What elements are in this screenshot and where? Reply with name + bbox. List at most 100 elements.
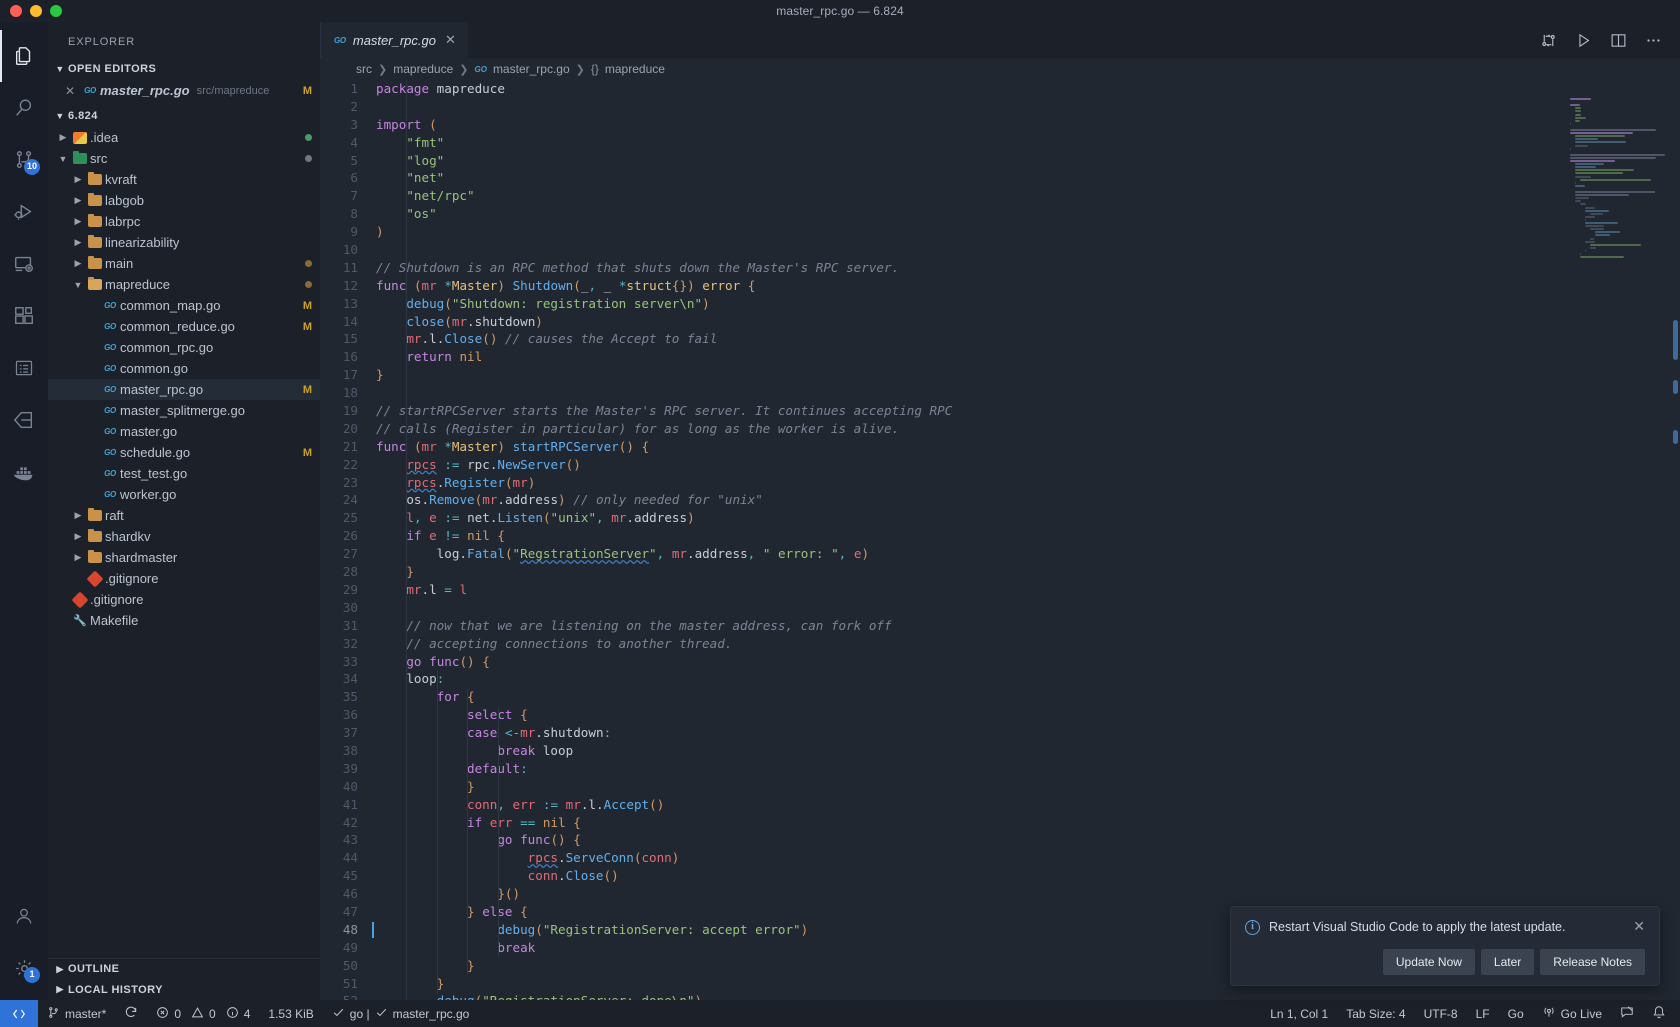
- code-line[interactable]: 33 go func() {: [320, 653, 1560, 671]
- tree-item-labrpc[interactable]: ▶ labrpc: [48, 211, 320, 232]
- code-line[interactable]: 19// startRPCServer starts the Master's …: [320, 402, 1560, 420]
- tree-item-common-rpc-go[interactable]: ▶GOcommon_rpc.go: [48, 337, 320, 358]
- code-content[interactable]: 1 package mapreduce 2 3 import (4 "fmt" 5 "lo…: [320, 80, 1560, 1000]
- tree-item-master-rpc-go[interactable]: ▶GOmaster_rpc.goM: [48, 379, 320, 400]
- status-feedback[interactable]: [1611, 1000, 1643, 1027]
- tree-item-master-go[interactable]: ▶GOmaster.go: [48, 421, 320, 442]
- activity-item-source-control[interactable]: 10: [0, 134, 48, 186]
- update-now-button[interactable]: Update Now: [1382, 949, 1475, 975]
- tree-item-linearizability[interactable]: ▶ linearizability: [48, 232, 320, 253]
- activity-item-remote-explorer[interactable]: [0, 238, 48, 290]
- code-line[interactable]: 10: [320, 241, 1560, 259]
- status-notifications[interactable]: [1643, 1000, 1680, 1027]
- activity-item-search[interactable]: [0, 82, 48, 134]
- split-compare-icon[interactable]: [1540, 32, 1557, 49]
- code-line[interactable]: 43 go func() {: [320, 831, 1560, 849]
- code-line[interactable]: 40 }: [320, 778, 1560, 796]
- chevron-right-icon[interactable]: ▶: [71, 552, 85, 563]
- activity-item-run-and-debug[interactable]: [0, 186, 48, 238]
- chevron-right-icon[interactable]: ▶: [71, 258, 85, 269]
- status-problems[interactable]: 0 0 4: [147, 1000, 259, 1027]
- status-encoding[interactable]: UTF-8: [1415, 1000, 1467, 1027]
- code-line[interactable]: 31 // now that we are listening on the m…: [320, 617, 1560, 635]
- tree-item-master-splitmerge-go[interactable]: ▶GOmaster_splitmerge.go: [48, 400, 320, 421]
- code-editor[interactable]: 1 package mapreduce 2 3 import (4 "fmt" 5 "lo…: [320, 80, 1680, 1000]
- activity-item-docker[interactable]: [0, 446, 48, 498]
- tree-item-makefile[interactable]: ▶🔧Makefile: [48, 610, 320, 631]
- tree-item-labgob[interactable]: ▶ labgob: [48, 190, 320, 211]
- minimap[interactable]: [1560, 80, 1680, 1000]
- tab-master-rpc-go[interactable]: GO master_rpc.go ✕: [320, 22, 469, 58]
- code-line[interactable]: 27 log.Fatal("RegstrationServer", mr.add…: [320, 545, 1560, 563]
- code-line[interactable]: 46 }(): [320, 885, 1560, 903]
- code-line[interactable]: 6 "net": [320, 169, 1560, 187]
- section-workspace[interactable]: ▼ 6.824: [48, 105, 320, 127]
- section-outline[interactable]: ▶ OUTLINE: [48, 958, 320, 979]
- status-go-live[interactable]: Go Live: [1533, 1000, 1611, 1027]
- file-tree[interactable]: ▶ .idea ▼ src ▶ kvraft ▶ labgob ▶ labrpc ▶ lineariz…: [48, 127, 320, 958]
- breadcrumb-item-mapreduce[interactable]: mapreduce: [393, 62, 453, 76]
- code-line[interactable]: 36 select {: [320, 706, 1560, 724]
- tree-item-raft[interactable]: ▶ raft: [48, 505, 320, 526]
- chevron-right-icon[interactable]: ▶: [71, 216, 85, 227]
- release-notes-button[interactable]: Release Notes: [1540, 949, 1645, 975]
- code-line[interactable]: 13 debug("Shutdown: registration server\…: [320, 295, 1560, 313]
- breadcrumb-item-symbol[interactable]: mapreduce: [605, 62, 665, 76]
- code-line[interactable]: 16 return nil: [320, 348, 1560, 366]
- tree-item-schedule-go[interactable]: ▶GOschedule.goM: [48, 442, 320, 463]
- status-cursor-position[interactable]: Ln 1, Col 1: [1261, 1000, 1337, 1027]
- chevron-right-icon[interactable]: ▶: [71, 531, 85, 542]
- chevron-right-icon[interactable]: ▶: [71, 237, 85, 248]
- tree-item-kvraft[interactable]: ▶ kvraft: [48, 169, 320, 190]
- code-line[interactable]: 20// calls (Register in particular) for …: [320, 420, 1560, 438]
- tree-item-idea[interactable]: ▶ .idea: [48, 127, 320, 148]
- later-button[interactable]: Later: [1480, 949, 1535, 975]
- code-line[interactable]: 18: [320, 384, 1560, 402]
- tree-item-shardkv[interactable]: ▶ shardkv: [48, 526, 320, 547]
- code-line[interactable]: 34 loop:: [320, 670, 1560, 688]
- code-line[interactable]: 37 case <-mr.shutdown:: [320, 724, 1560, 742]
- run-icon[interactable]: [1575, 32, 1592, 49]
- tree-item-src[interactable]: ▼ src: [48, 148, 320, 169]
- breadcrumb-item-src[interactable]: src: [356, 62, 372, 76]
- more-actions-icon[interactable]: [1645, 32, 1662, 49]
- tree-item-shardmaster[interactable]: ▶ shardmaster: [48, 547, 320, 568]
- code-line[interactable]: 30: [320, 599, 1560, 617]
- code-line[interactable]: 11// Shutdown is an RPC method that shut…: [320, 259, 1560, 277]
- code-line[interactable]: 44 rpcs.ServeConn(conn): [320, 849, 1560, 867]
- code-line[interactable]: 12 func (mr *Master) Shutdown(_, _ *struc…: [320, 277, 1560, 295]
- code-line[interactable]: 24 os.Remove(mr.address) // only needed …: [320, 491, 1560, 509]
- status-language-mode[interactable]: Go: [1499, 1000, 1533, 1027]
- close-icon[interactable]: ✕: [445, 32, 456, 48]
- status-sync[interactable]: [115, 1000, 147, 1027]
- chevron-right-icon[interactable]: ▶: [71, 174, 85, 185]
- code-line[interactable]: 21 func (mr *Master) startRPCServer() {: [320, 438, 1560, 456]
- tree-item-gitignore[interactable]: ▶.gitignore: [48, 589, 320, 610]
- code-scroll-area[interactable]: 1 package mapreduce 2 3 import (4 "fmt" 5 "lo…: [320, 80, 1560, 1000]
- code-line[interactable]: 22 rpcs := rpc.NewServer(): [320, 456, 1560, 474]
- activity-item-accounts[interactable]: [0, 890, 48, 942]
- status-tab-size[interactable]: Tab Size: 4: [1337, 1000, 1414, 1027]
- activity-item-manage[interactable]: 1: [0, 942, 48, 994]
- chevron-down-icon[interactable]: ▼: [71, 280, 85, 290]
- breadcrumb-item-file[interactable]: master_rpc.go: [493, 62, 570, 76]
- code-line[interactable]: 29 mr.l = l: [320, 581, 1560, 599]
- code-line[interactable]: 28 }: [320, 563, 1560, 581]
- chevron-down-icon[interactable]: ▼: [56, 154, 70, 164]
- code-line[interactable]: 8 "os": [320, 205, 1560, 223]
- code-line[interactable]: 9): [320, 223, 1560, 241]
- code-line[interactable]: 4 "fmt": [320, 134, 1560, 152]
- section-local-history[interactable]: ▶ LOCAL HISTORY: [48, 979, 320, 1000]
- tree-item-gitignore[interactable]: ▶.gitignore: [48, 568, 320, 589]
- tree-item-mapreduce[interactable]: ▼ mapreduce: [48, 274, 320, 295]
- tree-item-common-reduce-go[interactable]: ▶GOcommon_reduce.goM: [48, 316, 320, 337]
- code-line[interactable]: 35 for {: [320, 688, 1560, 706]
- code-line[interactable]: 17}: [320, 366, 1560, 384]
- close-editor-icon[interactable]: ✕: [60, 84, 80, 98]
- code-line[interactable]: 26 if e != nil {: [320, 527, 1560, 545]
- activity-item-test-explorer[interactable]: [0, 342, 48, 394]
- code-line[interactable]: 42 if err == nil {: [320, 814, 1560, 832]
- status-eol[interactable]: LF: [1467, 1000, 1499, 1027]
- notification-toast[interactable]: i Restart Visual Studio Code to apply th…: [1230, 906, 1660, 986]
- split-editor-icon[interactable]: [1610, 32, 1627, 49]
